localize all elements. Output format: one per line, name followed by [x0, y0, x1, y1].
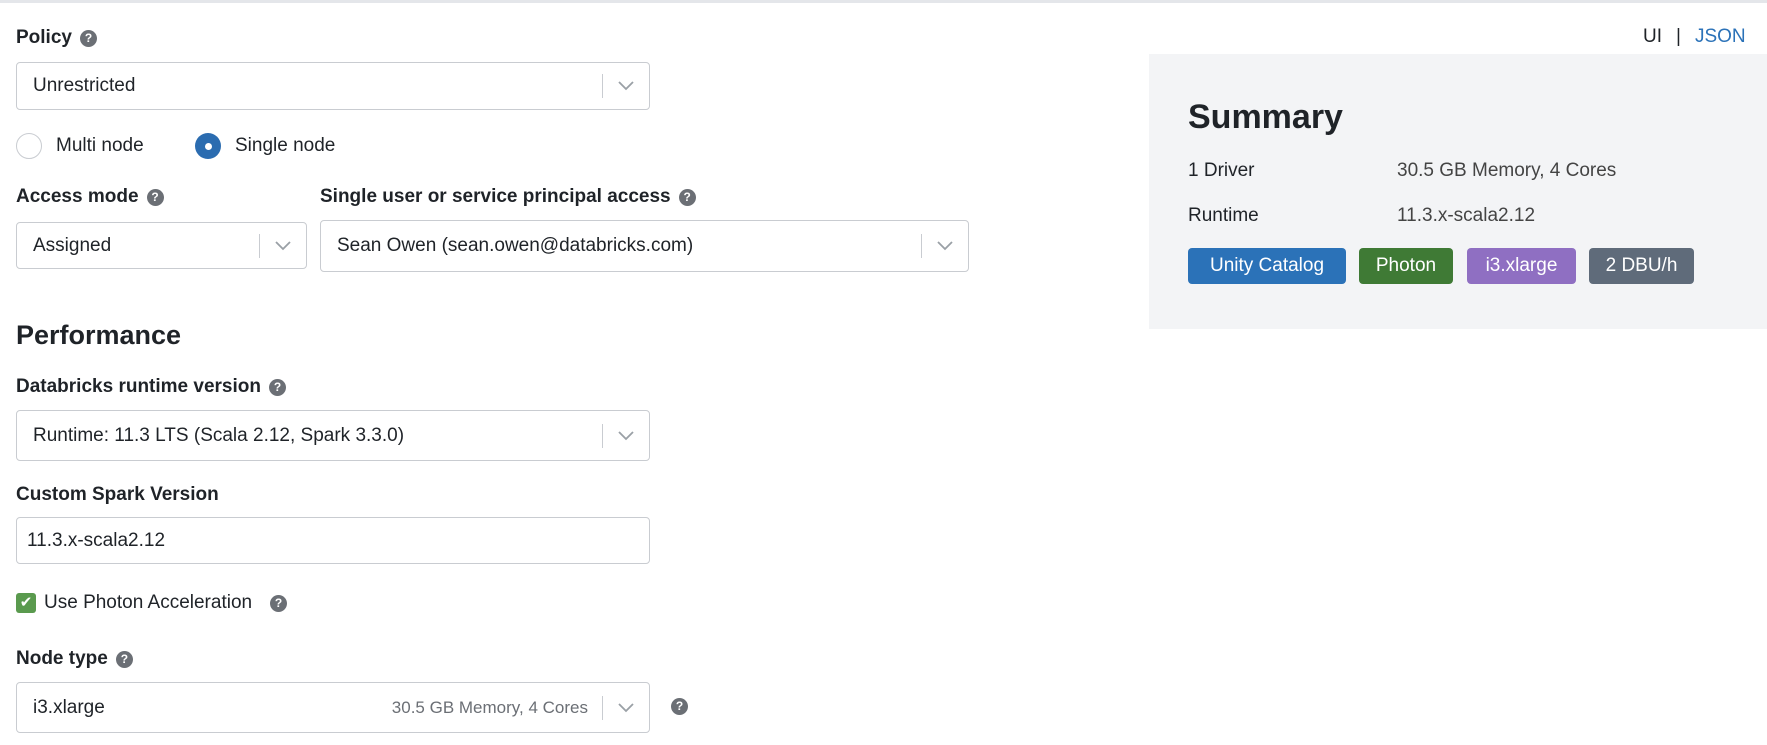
chevron-down-icon [260, 240, 306, 251]
chevron-down-icon [603, 702, 649, 713]
badge-node-type: i3.xlarge [1467, 248, 1576, 284]
checkbox-checked-icon[interactable]: ✔ [16, 593, 36, 613]
radio-circle-selected[interactable] [195, 133, 221, 159]
summary-row-value: 30.5 GB Memory, 4 Cores [1397, 160, 1617, 181]
node-type-label: Node type? [16, 648, 133, 670]
help-icon[interactable]: ? [678, 188, 696, 206]
single-user-value: Sean Owen (sean.owen@databricks.com) [337, 235, 694, 256]
photon-checkbox-row[interactable]: ✔ Use Photon Acceleration? [16, 592, 288, 614]
node-type-label-text: Node type [16, 648, 108, 669]
node-type-value: i3.xlarge [33, 696, 105, 718]
help-icon[interactable]: ? [146, 188, 164, 206]
access-mode-label: Access mode? [16, 186, 164, 208]
policy-label-text: Policy [16, 27, 72, 48]
access-mode-value: Assigned [33, 234, 112, 256]
badge-photon: Photon [1359, 248, 1453, 284]
access-mode-select[interactable]: Assigned [16, 222, 307, 269]
summary-row-value: 11.3.x-scala2.12 [1397, 205, 1536, 226]
single-user-label-text: Single user or service principal access [320, 186, 671, 207]
runtime-select[interactable]: Runtime: 11.3 LTS (Scala 2.12, Spark 3.3… [16, 410, 650, 461]
custom-spark-input[interactable]: 11.3.x-scala2.12 [16, 517, 650, 564]
chevron-down-icon [922, 241, 968, 251]
single-user-label: Single user or service principal access? [320, 186, 696, 208]
json-tab[interactable]: JSON [1695, 26, 1746, 48]
summary-panel: Summary 1 Driver 30.5 GB Memory, 4 Cores… [1149, 54, 1767, 329]
radio-label: Multi node [56, 135, 144, 156]
policy-value: Unrestricted [33, 75, 136, 96]
separator: | [1676, 26, 1681, 47]
help-icon[interactable]: ? [115, 650, 133, 668]
badge-unity-catalog: Unity Catalog [1188, 248, 1346, 284]
summary-row-key: Runtime [1188, 205, 1259, 226]
radio-label: Single node [235, 135, 336, 156]
chevron-down-icon [603, 81, 649, 91]
ui-tab[interactable]: UI [1643, 26, 1662, 48]
runtime-value: Runtime: 11.3 LTS (Scala 2.12, Spark 3.3… [33, 424, 405, 446]
policy-label: Policy? [16, 27, 97, 49]
photon-label: Use Photon Acceleration [44, 592, 253, 613]
help-icon[interactable]: ? [270, 594, 288, 612]
runtime-label: Databricks runtime version? [16, 376, 286, 398]
runtime-label-text: Databricks runtime version [16, 376, 261, 397]
radio-multi-node[interactable]: Multi node [16, 133, 144, 159]
radio-circle[interactable] [16, 133, 42, 159]
help-icon[interactable]: ? [79, 29, 97, 47]
access-mode-label-text: Access mode [16, 186, 139, 207]
top-divider [0, 0, 1767, 3]
view-toggle: UI | JSON [1643, 26, 1746, 48]
summary-row-key: 1 Driver [1188, 160, 1255, 181]
single-user-select[interactable]: Sean Owen (sean.owen@databricks.com) [320, 220, 969, 272]
radio-single-node[interactable]: Single node [195, 133, 335, 159]
chevron-down-icon [603, 430, 649, 441]
custom-spark-label-text: Custom Spark Version [16, 484, 219, 505]
help-icon[interactable]: ? [671, 698, 688, 715]
performance-heading: Performance [16, 320, 182, 350]
node-type-select[interactable]: i3.xlarge 30.5 GB Memory, 4 Cores [16, 682, 650, 733]
node-type-detail: 30.5 GB Memory, 4 Cores [391, 697, 588, 717]
help-icon[interactable]: ? [268, 378, 286, 396]
badge-dbu: 2 DBU/h [1589, 248, 1694, 284]
policy-select[interactable]: Unrestricted [16, 62, 650, 110]
summary-title: Summary [1188, 98, 1343, 136]
custom-spark-label: Custom Spark Version [16, 484, 219, 506]
